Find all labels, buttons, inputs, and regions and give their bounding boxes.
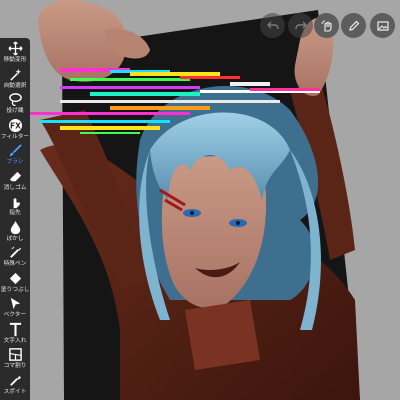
- tool-eraser[interactable]: 消しゴム: [0, 169, 30, 195]
- tool-label: 指先: [9, 209, 21, 216]
- svg-text:FX: FX: [10, 121, 21, 130]
- touch-hand-icon: [321, 20, 332, 32]
- gallery-button[interactable]: [370, 13, 395, 38]
- tool-label: 消しゴム: [3, 183, 27, 191]
- tool-label: ぼかし: [6, 234, 24, 242]
- lasso-icon: [8, 93, 22, 106]
- artwork: [30, 0, 360, 400]
- tool-label: 自動選択: [3, 81, 27, 89]
- drop-icon: [10, 220, 20, 234]
- touch-gesture-button[interactable]: [314, 13, 339, 38]
- tool-label: 文字入れ: [3, 336, 27, 344]
- magic-wand-icon: [9, 68, 21, 81]
- edit-button[interactable]: [341, 13, 366, 38]
- tool-frame-divider[interactable]: コマ割り: [0, 347, 30, 373]
- collar: [185, 300, 260, 370]
- tool-label: フィルター: [0, 132, 30, 140]
- tool-vector[interactable]: ベクター: [0, 296, 30, 322]
- special-pen-icon: [9, 246, 21, 258]
- redo-icon: [294, 21, 307, 29]
- tool-label: 特殊ペン: [3, 260, 27, 267]
- tool-smudge[interactable]: 指先: [0, 194, 30, 220]
- drawing-canvas[interactable]: [0, 0, 400, 400]
- redo-button[interactable]: [288, 13, 313, 38]
- finger-icon: [13, 198, 20, 209]
- eyedropper-icon: [9, 375, 21, 386]
- panel-icon: [8, 348, 22, 361]
- move-arrows-icon: [7, 41, 23, 56]
- tool-transform[interactable]: 移動変形: [0, 41, 30, 67]
- tool-label: 投げ縄: [6, 107, 24, 114]
- fx-icon: FX: [8, 118, 22, 132]
- tool-text[interactable]: 文字入れ: [0, 322, 30, 348]
- image-icon: [376, 20, 389, 31]
- tool-brush[interactable]: ブラシ: [0, 143, 30, 169]
- tool-label: ベクター: [3, 311, 27, 318]
- tool-label: 移動変形: [3, 56, 27, 63]
- tool-lasso[interactable]: 投げ縄: [0, 92, 30, 118]
- tool-filter[interactable]: FX フィルター: [0, 118, 30, 144]
- text-t-icon: [9, 322, 21, 336]
- tool-label: 塗りつぶし: [0, 285, 30, 293]
- tool-fill[interactable]: 塗りつぶし: [0, 271, 30, 297]
- tool-label: ブラシ: [6, 158, 24, 165]
- tool-label: コマ割り: [3, 362, 27, 369]
- tool-eyedropper[interactable]: スポイト: [0, 373, 30, 399]
- undo-icon: [266, 21, 279, 29]
- tool-blur[interactable]: ぼかし: [0, 220, 30, 246]
- tool-special-pen[interactable]: 特殊ペン: [0, 245, 30, 271]
- tool-auto-select[interactable]: 自動選択: [0, 67, 30, 93]
- tool-palette: 移動変形 自動選択 投げ縄 FX フィルター ブラシ 消しゴム 指先 ぼかし 特…: [0, 38, 30, 400]
- brush-icon: [9, 144, 22, 157]
- bucket-icon: [9, 272, 21, 284]
- eraser-icon: [9, 171, 21, 181]
- tool-label: スポイト: [3, 387, 27, 395]
- pencil-icon: [348, 20, 359, 31]
- vector-cursor-icon: [10, 297, 20, 310]
- undo-button[interactable]: [260, 13, 285, 38]
